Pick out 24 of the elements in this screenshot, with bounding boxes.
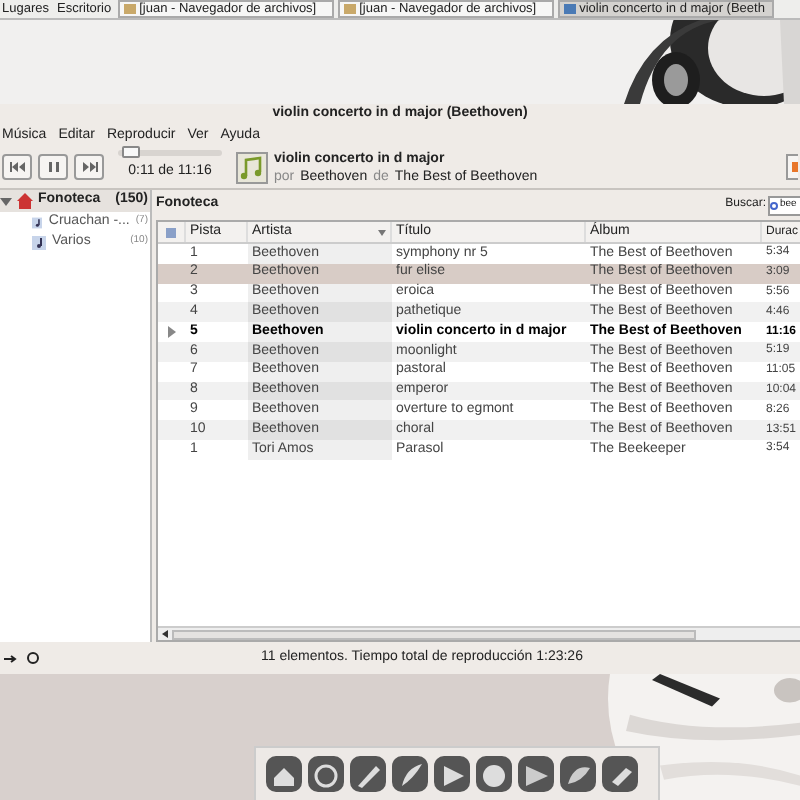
skip-back-button[interactable] bbox=[2, 154, 32, 180]
leaf-icon[interactable] bbox=[558, 754, 598, 794]
skip-forward-icon bbox=[81, 162, 97, 172]
pause-icon bbox=[45, 162, 61, 172]
volume-button[interactable] bbox=[786, 154, 798, 180]
folder-icon bbox=[343, 4, 356, 14]
folder-icon bbox=[123, 4, 136, 14]
search-icon bbox=[770, 201, 778, 209]
speaker-icon bbox=[792, 162, 798, 172]
speaker-icon bbox=[166, 227, 176, 237]
skip-back-icon bbox=[9, 162, 25, 172]
music-icon bbox=[563, 4, 576, 14]
feather-icon[interactable] bbox=[390, 754, 430, 794]
pause-button[interactable] bbox=[38, 154, 68, 180]
seek-thumb[interactable] bbox=[121, 146, 140, 159]
house-icon[interactable] bbox=[264, 754, 304, 794]
playlist-icon bbox=[32, 235, 46, 249]
play-icon[interactable] bbox=[516, 754, 556, 794]
playlist-icon bbox=[32, 215, 43, 229]
music-note-icon bbox=[236, 151, 268, 183]
sort-arrow-icon bbox=[378, 229, 386, 235]
horizontal-scrollbar[interactable] bbox=[158, 626, 800, 640]
house-icon bbox=[16, 192, 34, 210]
skip-forward-button[interactable] bbox=[74, 154, 104, 180]
